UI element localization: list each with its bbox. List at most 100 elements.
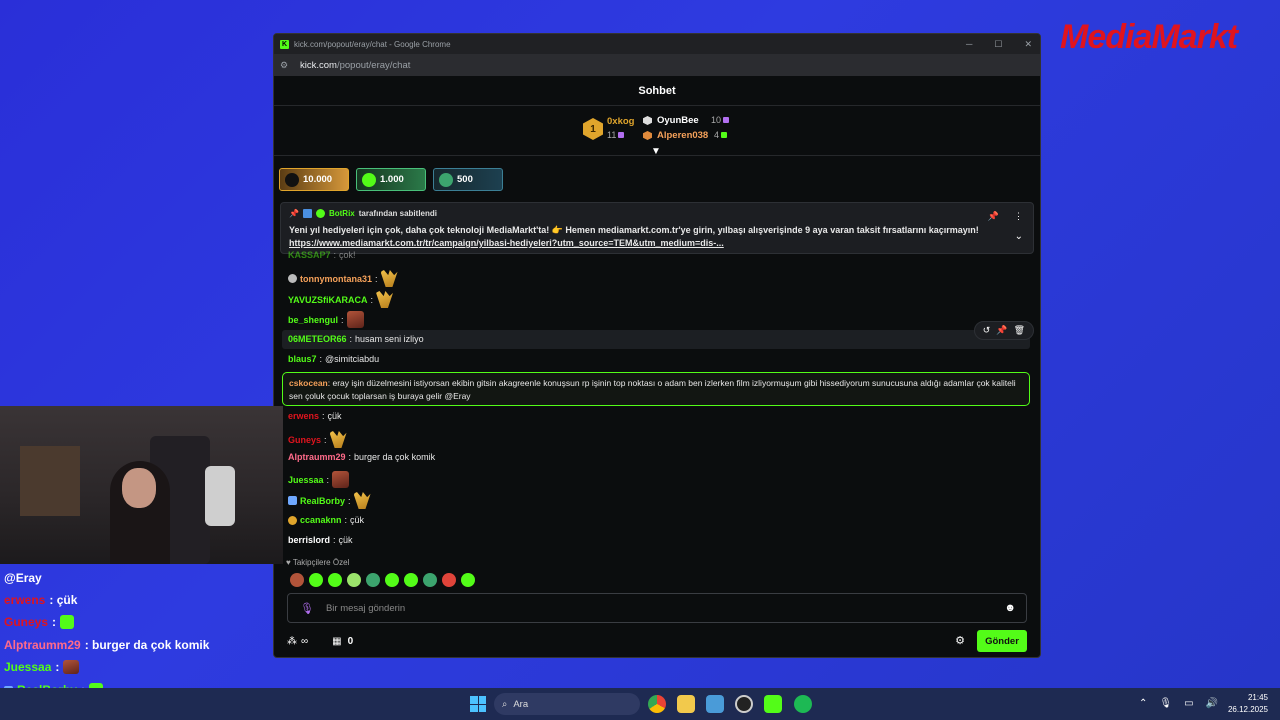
pinned-message: 📌 BotRix tarafından sabitlendi Yeni yıl … [280,202,1034,254]
emote-option[interactable] [461,573,475,587]
pinned-link[interactable]: https://www.mediamarkt.com.tr/tr/campaig… [289,238,724,248]
highlighted-message: cskocean: eray işin düzelmesini istiyors… [282,372,1030,406]
emote-option[interactable] [442,573,456,587]
chrome-icon[interactable] [648,695,666,713]
gift-icon [439,172,453,187]
spotify-icon[interactable] [794,695,812,713]
face-emote [346,311,364,328]
leader-second-count: 10 [711,115,730,125]
points-value: ∞ [301,635,309,647]
chat-message: be_shengul: [288,311,364,328]
store-icon[interactable]: ▦ [332,636,341,647]
pin-message-icon[interactable]: 📌 [996,325,1007,336]
chat-message: 06METEOR66: husam seni izliyo [288,334,424,344]
speaker-icon[interactable]: 🔊 [1206,698,1218,709]
verified-badge-icon [315,209,325,218]
cam-shelf [20,446,80,516]
kick-app-icon[interactable] [764,695,782,713]
photos-icon[interactable] [706,695,724,713]
pinned-by-user[interactable]: BotRix [329,209,355,218]
chat-header: Sohbet [274,76,1040,106]
emote-option[interactable] [366,573,380,587]
taskbar-search[interactable]: ⌕ Ara [494,693,640,715]
cam-mic [205,466,235,526]
user-badge-icon [288,515,297,525]
points-icon[interactable]: ⁂ [287,636,297,647]
message-input[interactable]: 🎙 Bir mesaj gönderin ☻ [287,593,1027,623]
webcam-feed [0,406,283,564]
close-icon[interactable]: ✕ [1024,39,1032,50]
face-emote [63,660,80,674]
gear-icon[interactable]: ⚙ [955,634,965,647]
unpin-icon[interactable]: 📌 [988,211,999,222]
gift-pill-teal[interactable]: 500 [433,168,503,191]
face-emote [332,471,350,488]
collapse-icon[interactable]: ▼ [651,146,661,157]
leader-first-name[interactable]: 0xkog [607,116,634,127]
chat-message: berrislord: çük [288,535,353,545]
url-host: kick.com [300,59,337,71]
chat-message: Guneys: [288,431,347,448]
minimize-icon[interactable]: ─ [966,39,972,49]
maximize-icon[interactable]: ☐ [994,39,1002,50]
leader-third-name[interactable]: Alperen038 [657,130,708,141]
more-options-icon[interactable]: ⋮ [1014,211,1023,222]
mediamarkt-logo: MediaMarkt [1060,18,1238,56]
folder-icon[interactable] [677,695,695,713]
heart-icon: ♥ [286,558,291,567]
chat-message: blaus7: @simitciabdu [288,354,380,364]
send-button[interactable]: Gönder [977,630,1027,652]
emote-option[interactable] [328,573,342,587]
message-actions: ↺ 📌 🗑 [973,321,1034,340]
chat-message: ccanaknn: çük [288,515,364,525]
fries-emote [380,270,398,287]
chrome-window: K kick.com/popout/eray/chat - Google Chr… [273,33,1041,658]
cam-head [122,468,156,508]
gift-icon [362,172,376,187]
reply-icon[interactable]: ↺ [983,325,991,336]
pinned-by-suffix: tarafından sabitlendi [358,209,437,218]
emote-option[interactable] [347,573,361,587]
emote-option[interactable] [404,573,418,587]
chat-message: YAVUZSfiKARACA: [288,291,394,308]
site-settings-icon[interactable]: ⚙ [280,60,294,71]
emote-option[interactable] [385,573,399,587]
leader-third-count: 4 [714,130,728,140]
emote-bar [290,573,475,587]
fries-emote [353,492,371,509]
overlay-line: erwens: çük [4,593,78,607]
kick-favicon-icon: K [280,39,289,49]
gift-leaderboard: 1 0xkog 11 OyunBee 10 Alperen038 4 ▼ [274,106,1040,157]
clock[interactable]: 21:45 26.12.2025 [1228,692,1268,716]
window-title: kick.com/popout/eray/chat - Google Chrom… [294,39,451,49]
obs-icon[interactable] [735,695,753,713]
chevron-up-icon[interactable]: ⌃ [1139,698,1147,709]
chat-message: tonnymontana31: [288,270,398,287]
emote-option[interactable] [423,573,437,587]
emote-option[interactable] [309,573,323,587]
gift-pill-green[interactable]: 1.000 [356,168,426,191]
taskbar: ⌕ Ara ⌃ 🎙 ▭ 🔊 21:45 26.12.2025 [0,688,1280,720]
input-placeholder: Bir mesaj gönderin [325,602,406,614]
microphone-icon[interactable]: 🎙 [1159,698,1172,709]
system-tray: ⌃ 🎙 ▭ 🔊 [1139,698,1218,709]
chevron-down-icon[interactable]: ⌄ [1015,231,1023,242]
overlay-line: Alptraumm29: burger da çok komik [4,638,210,652]
emote-option[interactable] [290,573,304,587]
address-bar[interactable]: ⚙ kick.com/popout/eray/chat [274,54,1040,76]
rank-badge: 1 [583,118,603,140]
emoji-icon[interactable]: ☻ [1004,602,1016,614]
chat-message: Alptraumm29: burger da çok komik [288,452,436,462]
microphone-icon[interactable]: 🎙 [300,602,314,615]
gift-options: 10.000 1.000 500 [279,168,503,191]
chat-bottom-bar: ⁂ ∞ ▦ 0 ⚙ Gönder [287,630,1027,652]
fries-emote [329,431,347,448]
monitor-icon[interactable]: ▭ [1184,698,1193,709]
pin-icon: 📌 [289,209,299,218]
leader-second-name[interactable]: OyunBee [657,115,699,126]
gift-pill-gold[interactable]: 10.000 [279,168,349,191]
windows-start-icon[interactable] [470,696,486,712]
delete-icon[interactable]: 🗑 [1014,325,1025,336]
bot-badge-icon [302,209,312,218]
chat-message: erwens: çük [288,411,342,421]
